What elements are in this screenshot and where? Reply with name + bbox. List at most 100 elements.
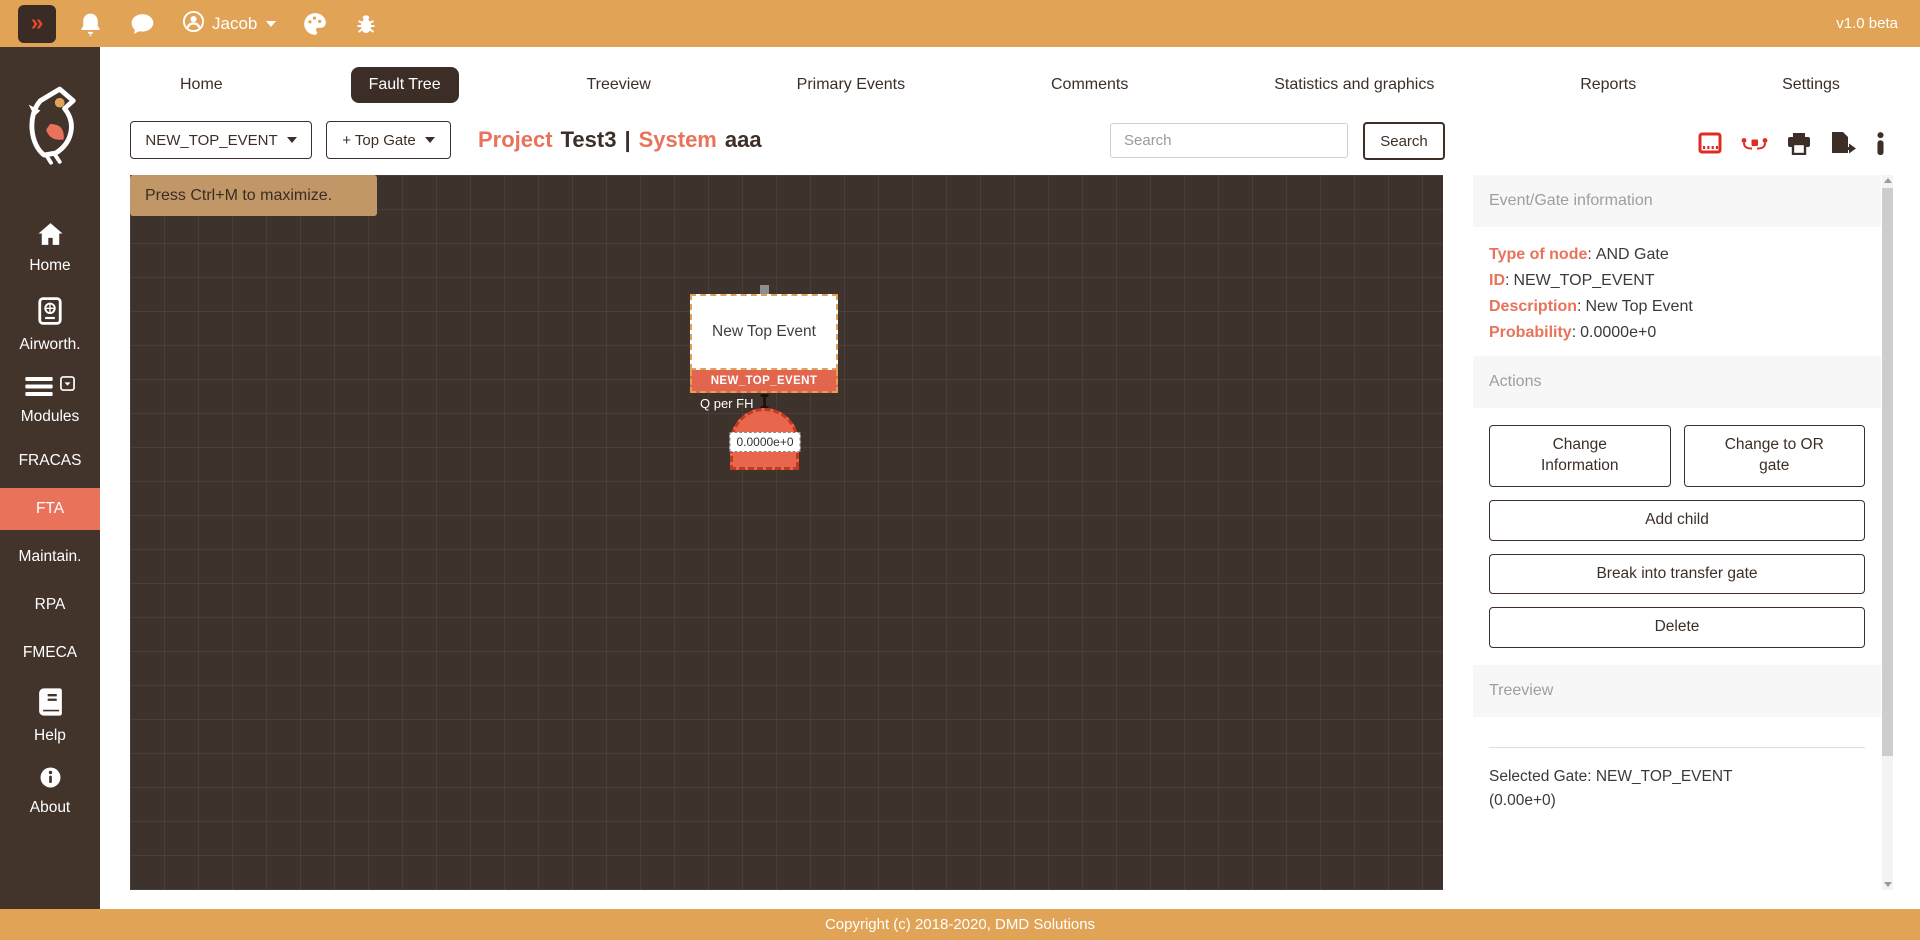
copyright-text: Copyright (c) 2018-2020, DMD Solutions (824, 916, 1096, 933)
treeview-section-header: Treeview (1473, 665, 1881, 718)
sidebar-item-label: Modules (20, 408, 80, 425)
sidebar-item-fracas[interactable]: FRACAS (0, 440, 100, 482)
sidebar-item-label: FTA (35, 500, 65, 517)
node-select-label: NEW_TOP_EVENT (145, 131, 278, 149)
canvas-tool-icons (1698, 131, 1885, 155)
sidebar-item-fta[interactable]: FTA (0, 488, 100, 530)
passport-icon (38, 297, 62, 330)
search-input[interactable] (1110, 123, 1348, 158)
title-separator: | (624, 127, 631, 152)
user-menu[interactable]: Jacob (182, 10, 277, 38)
print-icon[interactable] (1787, 132, 1811, 155)
add-top-gate-label: + Top Gate (342, 131, 416, 149)
project-name: Test3 (560, 127, 617, 152)
info-line-probability: Probability: 0.0000e+0 (1489, 323, 1657, 341)
sidebar-item-about[interactable]: About (0, 759, 100, 825)
search-button[interactable]: Search (1363, 122, 1445, 160)
top-bar: » Jacob v1.0 beta (0, 0, 1920, 47)
modules-dropdown-icon[interactable] (60, 376, 75, 396)
export-icon[interactable] (1830, 131, 1857, 155)
actions-section-header: Actions (1473, 355, 1881, 408)
sidebar-nav: Home Airworth. Modules FRACAS FTA Mainta… (0, 214, 100, 831)
change-to-or-gate-button[interactable]: Change to OR gate (1683, 424, 1865, 487)
system-name: aaa (724, 127, 762, 152)
double-chevron-icon: » (30, 8, 44, 35)
break-into-transfer-gate-button[interactable]: Break into transfer gate (1489, 553, 1865, 595)
sidebar-item-label: FMECA (22, 644, 78, 661)
user-name: Jacob (212, 13, 258, 33)
chevron-down-icon (266, 20, 277, 27)
sidebar-item-rpa[interactable]: RPA (0, 584, 100, 626)
delete-button[interactable]: Delete (1489, 607, 1865, 649)
add-top-gate-dropdown[interactable]: + Top Gate (326, 121, 451, 159)
info-section-header: Event/Gate information (1473, 175, 1881, 227)
scrollbar-thumb[interactable] (1882, 188, 1893, 756)
app-logo-bird[interactable] (19, 81, 81, 172)
chevron-down-icon (286, 137, 297, 143)
treeview-block: Selected Gate: NEW_TOP_EVENT (0.00e+0) (1473, 747, 1881, 812)
sidebar-item-maintain[interactable]: Maintain. (0, 536, 100, 578)
chat-icon[interactable] (129, 11, 156, 37)
fault-tree-canvas[interactable]: Press Ctrl+M to maximize. New Top Event … (130, 175, 1443, 890)
bug-report-icon[interactable] (354, 11, 378, 36)
sidebar-item-modules[interactable]: Modules (0, 368, 100, 434)
page-title: Project Test3 | System aaa (478, 121, 762, 159)
sidebar-item-label: Airworth. (19, 336, 81, 353)
sidebar-item-label: Help (34, 727, 66, 744)
divider (1489, 747, 1865, 749)
top-event-node[interactable]: New Top Event NEW_TOP_EVENT (690, 294, 838, 393)
info-icon[interactable] (1876, 131, 1885, 155)
sidebar-item-label: RPA (34, 596, 66, 613)
sidebar-item-home[interactable]: Home (0, 214, 100, 283)
q-per-fh-label: Q per FH (700, 396, 754, 411)
node-select-dropdown[interactable]: NEW_TOP_EVENT (130, 121, 312, 159)
tab-comments[interactable]: Comments (1033, 67, 1146, 103)
selected-gate-text: Selected Gate: NEW_TOP_EVENT (0.00e+0) (1489, 768, 1733, 809)
scroll-up-arrow[interactable] (1883, 178, 1892, 183)
theme-palette-icon[interactable] (302, 11, 328, 37)
topbar-icon-group: Jacob (78, 10, 378, 38)
sidebar: Home Airworth. Modules FRACAS FTA Mainta… (0, 47, 100, 909)
sidebar-item-label: FRACAS (18, 452, 82, 469)
node-title: New Top Event (690, 294, 838, 370)
main-content: Home Fault Tree Treeview Primary Events … (100, 47, 1920, 909)
sidebar-item-airworthiness[interactable]: Airworth. (0, 289, 100, 362)
tab-home[interactable]: Home (162, 67, 241, 103)
info-line-id: ID: NEW_TOP_EVENT (1489, 271, 1655, 289)
node-id-badge: NEW_TOP_EVENT (690, 370, 838, 393)
version-label: v1.0 beta (1836, 15, 1898, 32)
tab-primary-events[interactable]: Primary Events (779, 67, 923, 103)
sidebar-item-fmeca[interactable]: FMECA (0, 632, 100, 674)
hamburger-icon (25, 376, 53, 402)
fault-tree-links-icon[interactable] (1741, 133, 1768, 153)
maximize-hint-tooltip: Press Ctrl+M to maximize. (130, 175, 377, 216)
chevron-down-icon (424, 137, 435, 143)
selection-handle[interactable] (760, 285, 769, 294)
tab-settings[interactable]: Settings (1764, 67, 1858, 103)
sidebar-item-help[interactable]: Help (0, 680, 100, 753)
gate-info-block: Type of node: AND Gate ID: NEW_TOP_EVENT D… (1473, 227, 1881, 356)
system-label: System (638, 127, 717, 152)
footer: Copyright (c) 2018-2020, DMD Solutions (0, 909, 1920, 940)
panel-scrollbar[interactable] (1882, 175, 1893, 890)
project-label: Project (478, 127, 553, 152)
add-child-button[interactable]: Add child (1489, 499, 1865, 541)
change-information-button[interactable]: Change Information (1489, 424, 1671, 487)
calculate-icon[interactable] (1698, 132, 1722, 154)
book-icon (38, 688, 63, 721)
tab-fault-tree[interactable]: Fault Tree (350, 67, 459, 103)
gate-probability-label: 0.0000e+0 (729, 432, 801, 452)
event-gate-panel: Event/Gate information Type of node: AND … (1473, 175, 1881, 890)
user-avatar-icon (182, 10, 205, 38)
scroll-down-arrow[interactable] (1883, 882, 1892, 887)
tab-reports[interactable]: Reports (1562, 67, 1654, 103)
sidebar-item-label: Home (29, 257, 71, 274)
info-circle-icon (40, 767, 61, 793)
tab-statistics-and-graphics[interactable]: Statistics and graphics (1256, 67, 1452, 103)
tab-treeview[interactable]: Treeview (568, 67, 668, 103)
notifications-bell-icon[interactable] (78, 11, 103, 37)
sidebar-collapse-button[interactable]: » (18, 4, 56, 43)
sidebar-item-label: About (29, 799, 71, 816)
info-line-description: Description: New Top Event (1489, 297, 1693, 315)
sidebar-item-label: Maintain. (18, 548, 82, 565)
